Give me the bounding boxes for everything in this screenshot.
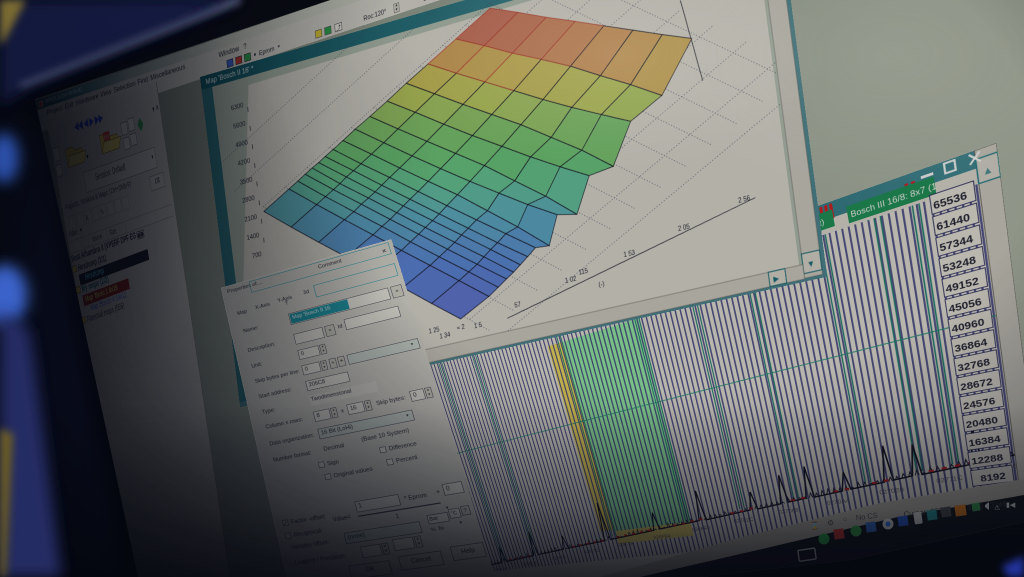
svg-text:57: 57 [514, 302, 521, 310]
svg-text:▶: ▶ [773, 275, 780, 285]
svg-text:▼: ▼ [807, 260, 816, 270]
svg-text:(-): (-) [598, 281, 605, 289]
svg-text:026E88: 026E88 [494, 567, 508, 573]
